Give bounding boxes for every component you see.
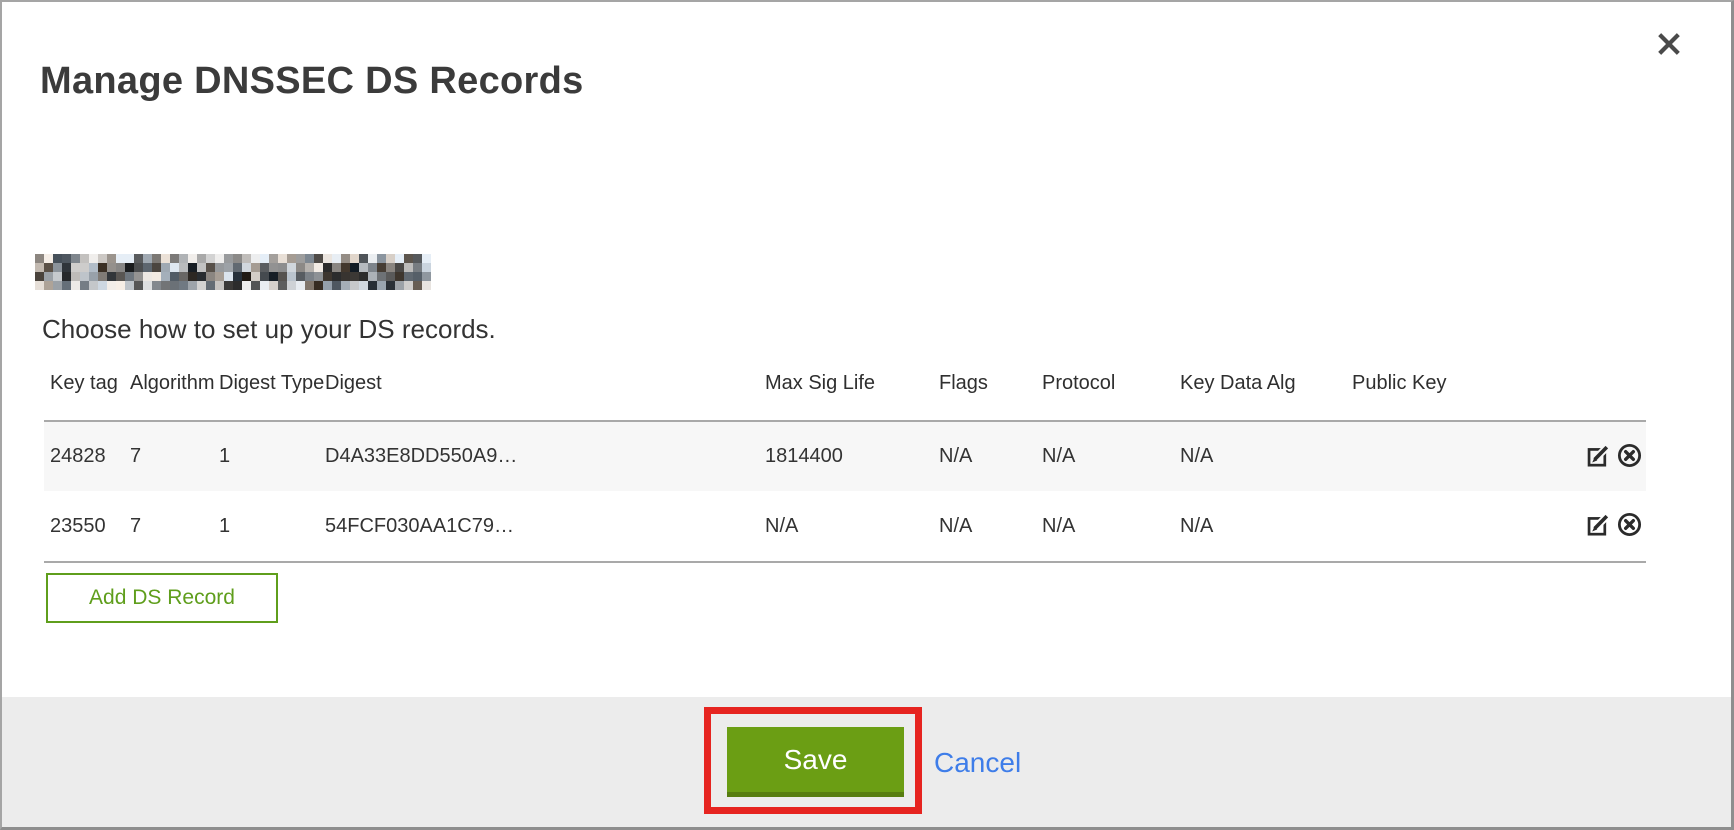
cell-flags: N/A (939, 515, 1042, 538)
x-circle-icon (1616, 511, 1643, 541)
column-header-protocol: Protocol (1042, 372, 1180, 395)
cell-key-tag: 24828 (44, 445, 130, 468)
close-icon (1655, 30, 1683, 58)
cell-digest-type: 1 (219, 445, 325, 468)
table-row: 23550 7 1 54FCF030AA1C79… N/A N/A N/A N/… (44, 491, 1646, 561)
cell-algorithm: 7 (130, 445, 219, 468)
delete-record-button[interactable] (1614, 442, 1644, 472)
column-header-key-data-alg: Key Data Alg (1180, 372, 1352, 395)
table-header-row: Key tag Algorithm Digest Type Digest Max… (44, 370, 1646, 420)
cancel-link[interactable]: Cancel (934, 747, 1021, 779)
edit-record-button[interactable] (1583, 442, 1613, 472)
edit-icon (1585, 442, 1612, 472)
modal-footer: Save Cancel (2, 697, 1731, 827)
column-header-digest-type: Digest Type (219, 372, 325, 395)
cell-key-data-alg: N/A (1180, 445, 1352, 468)
cell-digest: D4A33E8DD550A9… (325, 445, 765, 468)
column-header-public-key: Public Key (1352, 372, 1568, 395)
intro-text: Choose how to set up your DS records. (42, 314, 496, 345)
save-button[interactable]: Save (727, 727, 904, 797)
cell-max-sig-life: 1814400 (765, 445, 939, 468)
cell-key-tag: 23550 (44, 515, 130, 538)
cell-actions (1568, 511, 1646, 541)
dnssec-modal: Manage DNSSEC DS Records Choose how to s… (0, 0, 1734, 830)
delete-record-button[interactable] (1614, 511, 1644, 541)
ds-records-table: Key tag Algorithm Digest Type Digest Max… (44, 370, 1646, 563)
cell-actions (1568, 442, 1646, 472)
edit-icon (1585, 511, 1612, 541)
cell-flags: N/A (939, 445, 1042, 468)
column-header-digest: Digest (325, 372, 765, 395)
page-title: Manage DNSSEC DS Records (40, 60, 584, 104)
cell-digest: 54FCF030AA1C79… (325, 515, 765, 538)
column-header-max-sig-life: Max Sig Life (765, 372, 939, 395)
x-circle-icon (1616, 442, 1643, 472)
cell-max-sig-life: N/A (765, 515, 939, 538)
table-body: 24828 7 1 D4A33E8DD550A9… 1814400 N/A N/… (44, 420, 1646, 563)
close-button[interactable] (1655, 30, 1683, 58)
add-ds-record-button[interactable]: Add DS Record (46, 573, 278, 623)
column-header-algorithm: Algorithm (130, 372, 219, 395)
column-header-flags: Flags (939, 372, 1042, 395)
redacted-domain-name (35, 254, 431, 290)
column-header-key-tag: Key tag (44, 372, 130, 395)
cell-digest-type: 1 (219, 515, 325, 538)
cell-protocol: N/A (1042, 515, 1180, 538)
cell-key-data-alg: N/A (1180, 515, 1352, 538)
cell-protocol: N/A (1042, 445, 1180, 468)
table-row: 24828 7 1 D4A33E8DD550A9… 1814400 N/A N/… (44, 422, 1646, 491)
cell-algorithm: 7 (130, 515, 219, 538)
edit-record-button[interactable] (1583, 511, 1613, 541)
